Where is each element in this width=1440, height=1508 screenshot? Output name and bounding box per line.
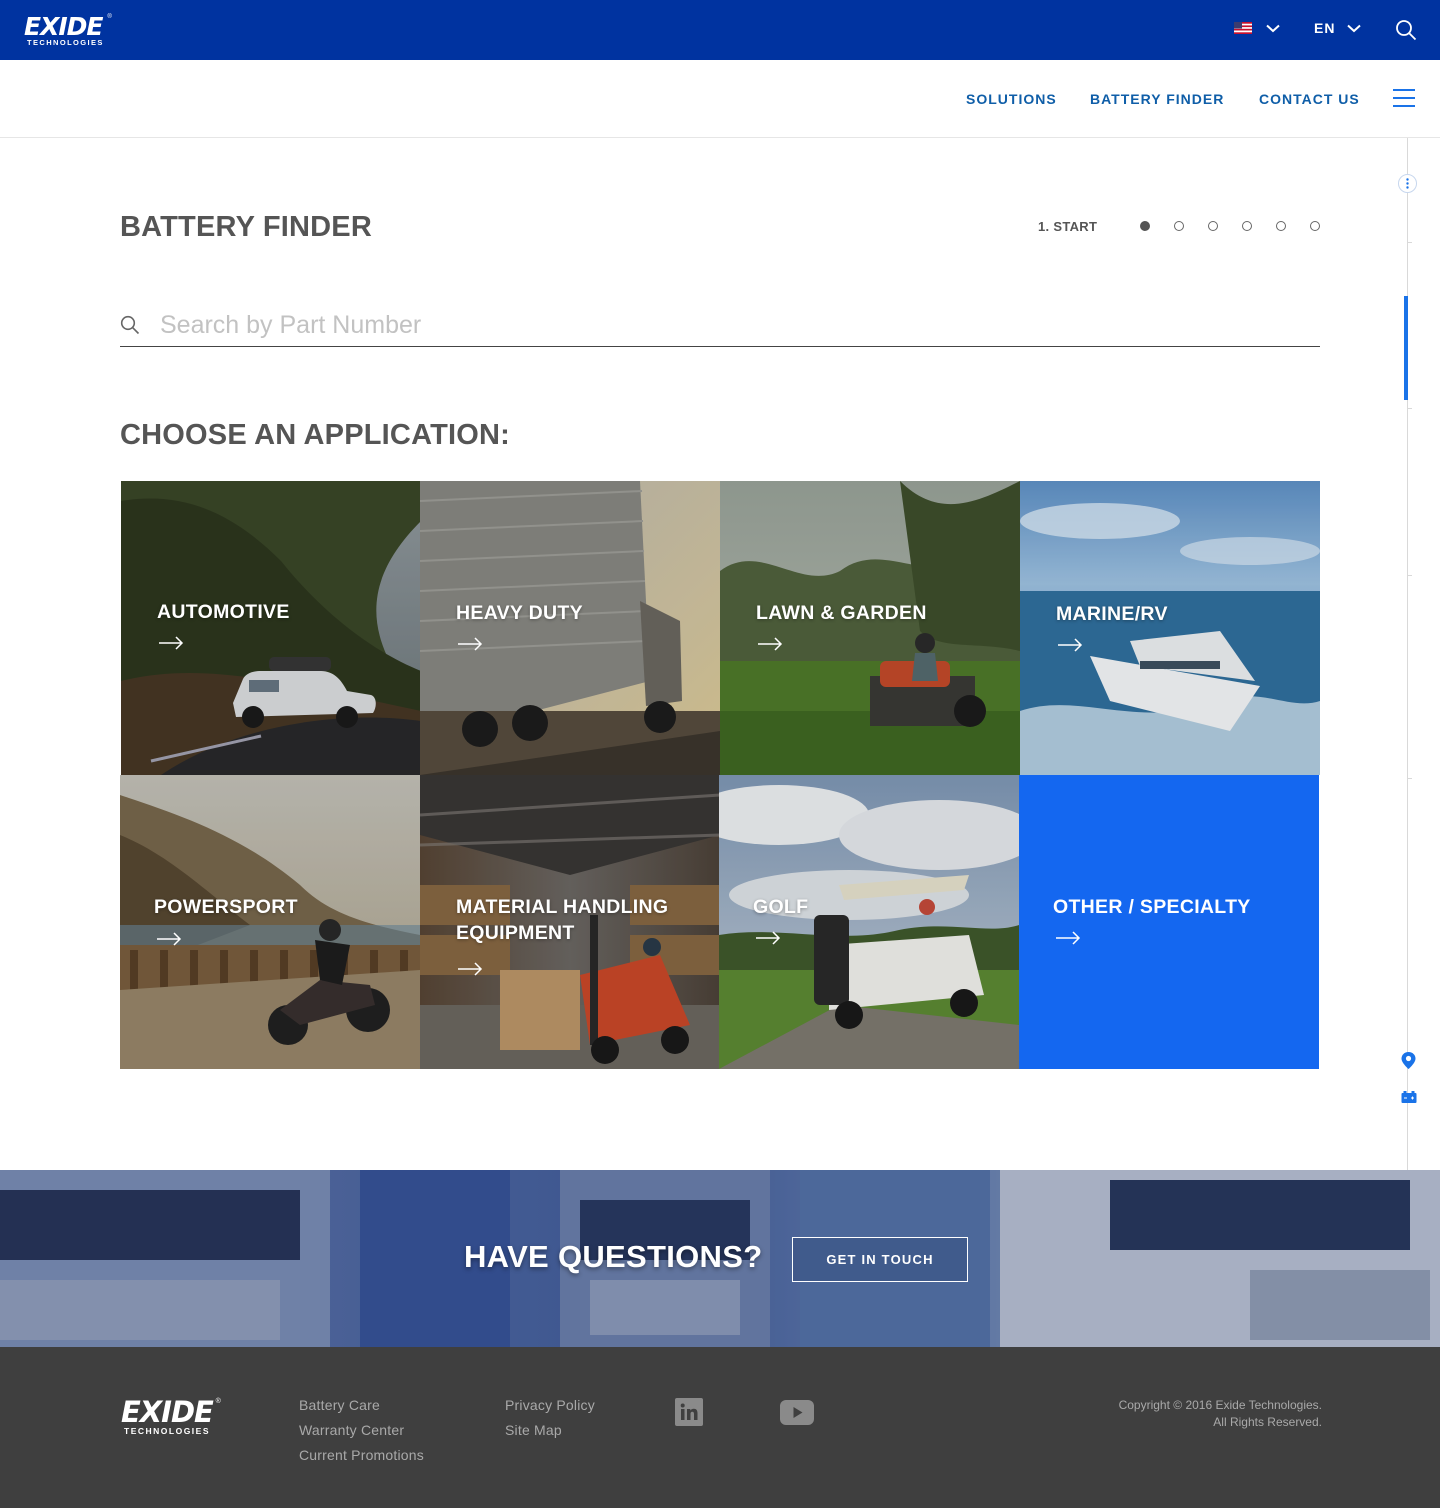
section-title: CHOOSE AN APPLICATION:: [120, 419, 510, 451]
tile-marine-rv[interactable]: MARINE/RV: [1020, 481, 1320, 775]
logo-reg: ®: [215, 1398, 221, 1405]
tile-automotive[interactable]: AUTOMOTIVE: [121, 481, 421, 775]
country-selector[interactable]: [1234, 22, 1280, 34]
footer-logo[interactable]: EXIDE TECHNOLOGIES ®: [121, 1395, 221, 1437]
arrow-right-icon: [458, 637, 483, 651]
rail-tick: [1408, 575, 1412, 576]
language-label: EN: [1314, 20, 1336, 36]
arrow-right-icon: [159, 636, 184, 650]
heavy-duty-photo: [420, 481, 720, 775]
arrow-right-icon: [1056, 931, 1081, 945]
search-icon: [120, 315, 140, 335]
arrow-right-icon: [458, 962, 483, 976]
youtube-icon[interactable]: [780, 1400, 814, 1425]
marine-rv-photo: [1020, 481, 1320, 775]
location-pin-icon[interactable]: [1400, 1051, 1417, 1070]
rail-tick: [1408, 408, 1412, 409]
tile-label: HEAVY DUTY: [456, 602, 583, 624]
step-dot-6[interactable]: [1310, 221, 1320, 231]
tile-label: OTHER / SPECIALTY: [1053, 896, 1251, 918]
cta-title: HAVE QUESTIONS?: [464, 1239, 763, 1274]
nav-battery-finder[interactable]: BATTERY FINDER: [1090, 91, 1224, 107]
chevron-down-icon: [1266, 24, 1280, 32]
footer-link-site-map[interactable]: Site Map: [505, 1422, 562, 1438]
main-nav: SOLUTIONS BATTERY FINDER CONTACT US: [0, 60, 1440, 138]
part-number-input[interactable]: [160, 307, 1310, 343]
logo-reg: ®: [107, 14, 112, 20]
tile-label: AUTOMOTIVE: [157, 601, 290, 623]
menu-icon[interactable]: [1393, 89, 1415, 107]
footer-link-current-promotions[interactable]: Current Promotions: [299, 1447, 424, 1463]
top-bar: EXIDE TECHNOLOGIES ® EN: [0, 0, 1440, 60]
arrow-right-icon: [758, 637, 783, 651]
step-dot-1[interactable]: [1140, 221, 1150, 231]
step-label: 1. START: [1038, 219, 1098, 234]
rail-tick: [1408, 778, 1412, 779]
logo-sub: TECHNOLOGIES: [27, 38, 104, 47]
page-title: BATTERY FINDER: [120, 211, 372, 243]
step-dot-5[interactable]: [1276, 221, 1286, 231]
rail-tick: [1408, 242, 1412, 243]
nav-solutions[interactable]: SOLUTIONS: [966, 91, 1057, 107]
step-dot-3[interactable]: [1208, 221, 1218, 231]
language-selector[interactable]: EN: [1314, 20, 1362, 36]
arrow-right-icon: [1058, 638, 1083, 652]
tile-label: POWERSPORT: [154, 896, 298, 918]
exide-logo[interactable]: EXIDE TECHNOLOGIES ®: [24, 12, 112, 47]
copyright: Copyright © 2016 Exide Technologies. All…: [1060, 1397, 1322, 1431]
nav-contact-us[interactable]: CONTACT US: [1259, 91, 1360, 107]
golf-photo: [719, 775, 1019, 1069]
search-icon[interactable]: [1395, 19, 1417, 41]
tile-label: GOLF: [753, 896, 809, 918]
part-search: [120, 303, 1320, 347]
footer-link-battery-care[interactable]: Battery Care: [299, 1397, 380, 1413]
arrow-right-icon: [756, 931, 781, 945]
arrow-right-icon: [157, 932, 182, 946]
tile-golf[interactable]: GOLF: [719, 775, 1019, 1069]
logo-word: EXIDE: [24, 12, 103, 41]
logo-sub: TECHNOLOGIES: [124, 1426, 211, 1436]
more-options-icon[interactable]: [1398, 174, 1417, 193]
tile-heavy-duty[interactable]: HEAVY DUTY: [420, 481, 720, 775]
powersport-photo: [120, 775, 420, 1069]
lawn-garden-photo: [720, 481, 1020, 775]
tile-lawn-garden[interactable]: LAWN & GARDEN: [720, 481, 1020, 775]
step-dot-4[interactable]: [1242, 221, 1252, 231]
tile-label-line2: EQUIPMENT: [456, 922, 575, 944]
footer-link-privacy-policy[interactable]: Privacy Policy: [505, 1397, 595, 1413]
battery-icon[interactable]: [1401, 1091, 1417, 1103]
linkedin-icon[interactable]: [675, 1398, 703, 1426]
tile-powersport[interactable]: POWERSPORT: [120, 775, 420, 1069]
us-flag-icon: [1234, 22, 1252, 34]
footer-link-warranty-center[interactable]: Warranty Center: [299, 1422, 404, 1438]
automotive-photo: [121, 481, 421, 775]
tile-other-specialty[interactable]: OTHER / SPECIALTY: [1019, 775, 1319, 1069]
tile-label-line1: MATERIAL HANDLING: [456, 896, 669, 918]
step-dot-2[interactable]: [1174, 221, 1184, 231]
scroll-indicator[interactable]: [1404, 296, 1408, 400]
get-in-touch-button[interactable]: GET IN TOUCH: [792, 1237, 968, 1282]
logo-word: EXIDE: [121, 1395, 214, 1429]
tile-label: MARINE/RV: [1056, 603, 1168, 625]
tile-label: LAWN & GARDEN: [756, 602, 927, 624]
copyright-line1: Copyright © 2016 Exide Technologies.: [1118, 1398, 1322, 1412]
tile-material-handling[interactable]: MATERIAL HANDLING EQUIPMENT: [420, 775, 720, 1069]
chevron-down-icon: [1347, 24, 1362, 32]
copyright-line2: All Rights Reserved.: [1213, 1415, 1322, 1429]
